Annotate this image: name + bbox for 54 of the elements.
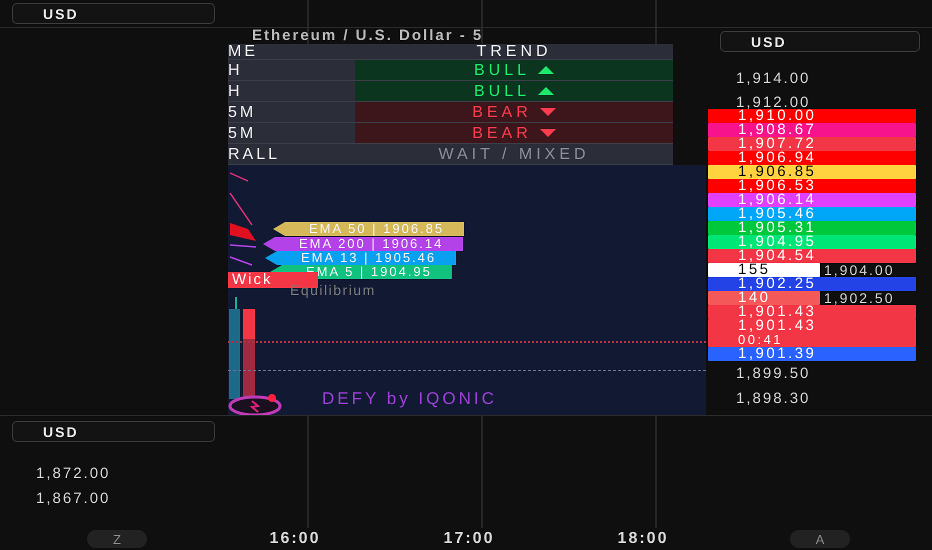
down-triangle-icon — [540, 129, 556, 137]
up-triangle-icon — [538, 87, 554, 95]
price-tag: 1,906.85 — [708, 165, 916, 179]
time-label: 17:00 — [444, 530, 494, 548]
price-tag: 155 — [708, 263, 820, 277]
time-label: 18:00 — [618, 530, 668, 548]
price-tag: 1,902.25 — [708, 277, 916, 291]
watermark-text: DEFY by IQONIC — [322, 389, 497, 409]
price-tag: 1,901.43 — [708, 305, 916, 319]
price-tick: 1,904.00 — [823, 263, 894, 277]
column-header: TREND — [475, 44, 553, 59]
price-tick: 1,898.30 — [736, 390, 812, 407]
currency-button[interactable]: USD — [720, 31, 920, 52]
trend-cell: BEAR — [355, 102, 673, 122]
price-tag: 1,904.95 — [708, 235, 916, 249]
timeframe-cell-text: H — [228, 82, 244, 101]
scale-button[interactable]: Z — [87, 530, 147, 548]
price-tag: 1,905.31 — [708, 221, 916, 235]
price-tick: 1,912.00 — [736, 97, 810, 109]
symbol-title: Ethereum / U.S. Dollar - 5 — [252, 28, 484, 43]
ema-label: EMA 50 | 1906.85 — [273, 222, 464, 236]
logo-icon — [228, 393, 284, 415]
scale-button[interactable]: A — [790, 530, 850, 548]
currency-button[interactable]: USD — [12, 3, 215, 24]
price-tick: 1,899.50 — [736, 365, 812, 382]
price-tag: 1,907.72 — [708, 137, 916, 151]
timeframe-cell-text: RALL — [228, 145, 282, 164]
price-tick: 1,902.50 — [823, 291, 894, 305]
trend-cell: BULL — [355, 81, 673, 101]
price-tick: 1,914.00 — [736, 70, 812, 87]
price-tag: 1,901.39 — [708, 347, 916, 361]
price-tag: 1,908.67 — [708, 123, 916, 137]
price-tag: 140 — [708, 291, 820, 305]
price-tag: 1,906.14 — [708, 193, 916, 207]
timeframe-cell-text: H — [228, 61, 244, 80]
price-tag: 1,905.46 — [708, 207, 916, 221]
price-tick: 1,867.00 — [36, 490, 112, 507]
price-tick: 1,872.00 — [36, 465, 112, 482]
column-header: ME — [228, 44, 259, 59]
timeframe-cell-text: 5M — [228, 124, 258, 143]
up-triangle-icon — [538, 66, 554, 74]
ema-label: EMA 13 | 1905.46 — [265, 251, 456, 265]
price-tag: 1,904.54 — [708, 249, 916, 263]
price-tag: 1,910.00 — [708, 109, 916, 123]
trend-cell: BEAR — [355, 123, 673, 143]
ema-label: EMA 200 | 1906.14 — [263, 237, 464, 251]
timeframe-cell-text: 5M — [228, 103, 258, 122]
price-tag: 1,901.43 00:41 — [708, 319, 916, 347]
currency-button[interactable]: USD — [12, 421, 215, 442]
price-tag: 1,906.94 — [708, 151, 916, 165]
down-triangle-icon — [540, 108, 556, 116]
time-label: 16:00 — [270, 530, 320, 548]
price-tag: 1,906.53 — [708, 179, 916, 193]
trend-cell: BULL — [355, 60, 673, 80]
